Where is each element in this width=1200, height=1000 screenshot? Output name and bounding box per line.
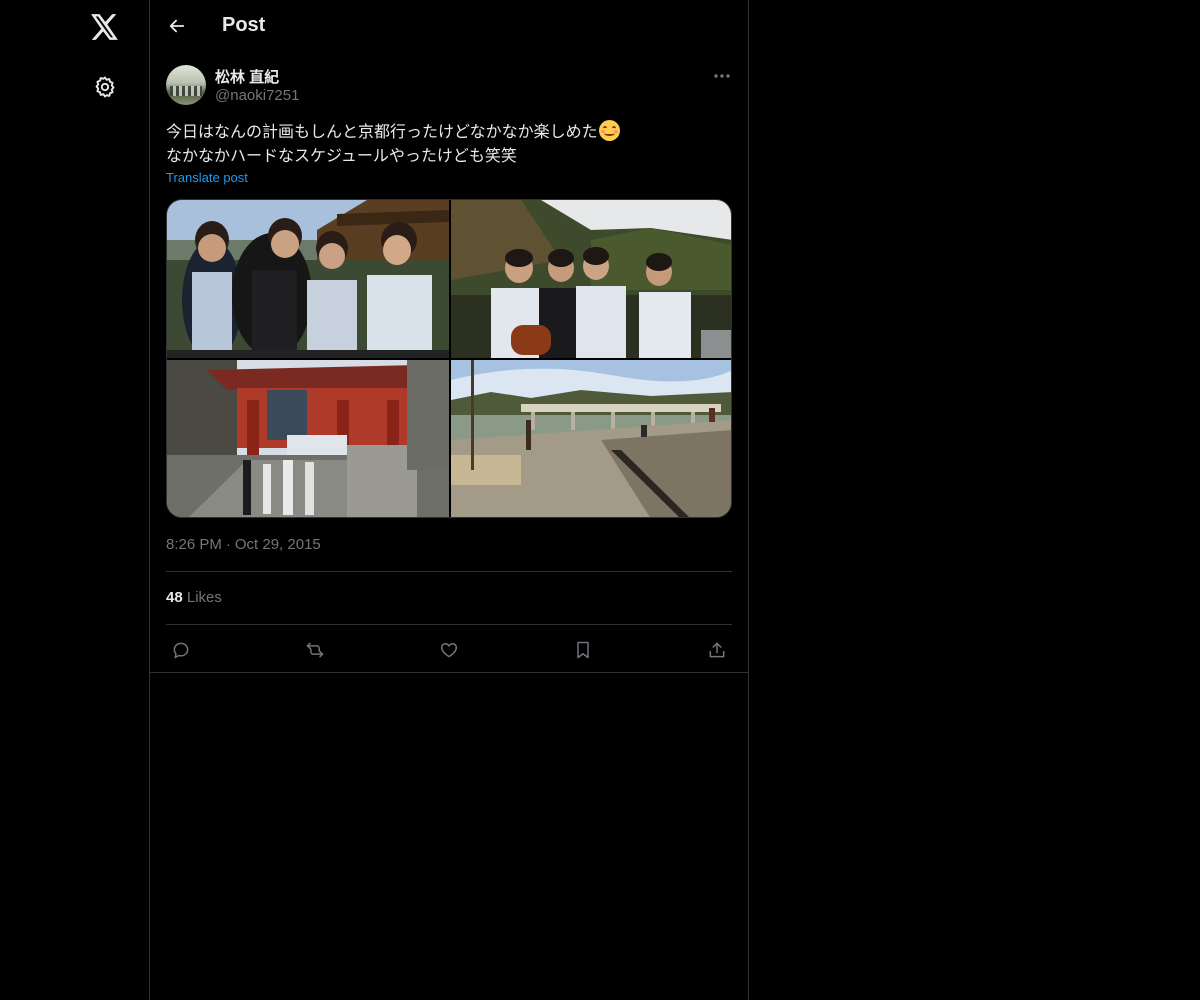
reply-button[interactable] [167, 636, 195, 664]
repost-button[interactable] [301, 636, 329, 664]
bookmark-icon [577, 641, 589, 659]
likes-label: Likes [186, 589, 222, 606]
settings-button[interactable] [82, 64, 128, 110]
repost-icon [306, 642, 324, 658]
share-button[interactable] [703, 636, 731, 664]
avatar[interactable] [166, 65, 206, 105]
post-timestamp[interactable]: 8:26 PM · Oct 29, 2015 [166, 536, 321, 553]
post-date: Oct 29, 2015 [234, 536, 321, 553]
photo-3[interactable] [167, 360, 449, 517]
photo-2[interactable] [451, 200, 731, 358]
timestamp-separator: · [225, 536, 231, 553]
back-button[interactable] [160, 9, 194, 43]
author-handle[interactable]: @naoki7251 [215, 87, 299, 104]
post-text: 今日はなんの計画もしんと京都行ったけどなかなか楽しめた なかなかハードなスケジュ… [166, 120, 732, 169]
photo-1[interactable] [167, 200, 449, 358]
post-time: 8:26 PM [166, 536, 222, 553]
post-bottom-border [150, 672, 748, 673]
media-grid [166, 199, 732, 518]
reply-icon [173, 642, 189, 659]
divider [166, 624, 732, 625]
more-options-button[interactable] [708, 64, 736, 88]
post-text-line-1: 今日はなんの計画もしんと京都行ったけどなかなか楽しめた [166, 124, 598, 141]
bookmark-button[interactable] [569, 636, 597, 664]
divider [166, 571, 732, 572]
author-display-name[interactable]: 松林 直紀 [215, 66, 279, 87]
main-column: Post 松林 直紀 @naoki7251 今日はなんの計画もしんと京都行ったけ… [150, 0, 749, 1000]
gear-icon [95, 76, 115, 98]
share-icon [709, 642, 725, 658]
more-horizontal-icon [714, 74, 730, 78]
photo-4[interactable] [451, 360, 731, 517]
left-nav [0, 0, 150, 1000]
x-logo-button[interactable] [82, 4, 128, 50]
like-icon [440, 643, 458, 658]
likes-number: 48 [166, 589, 183, 606]
post-text-line-2: なかなかハードなスケジュールやったけども笑笑 [166, 148, 517, 165]
smiling-face-emoji-icon [598, 120, 620, 141]
translate-post-link[interactable]: Translate post [166, 170, 248, 185]
like-button[interactable] [435, 636, 463, 664]
action-bar [150, 626, 748, 672]
likes-count[interactable]: 48 Likes [166, 589, 222, 606]
x-logo-icon [91, 14, 118, 40]
page-title: Post [222, 14, 266, 36]
arrow-left-icon [169, 19, 185, 33]
page-header: Post [150, 0, 748, 54]
